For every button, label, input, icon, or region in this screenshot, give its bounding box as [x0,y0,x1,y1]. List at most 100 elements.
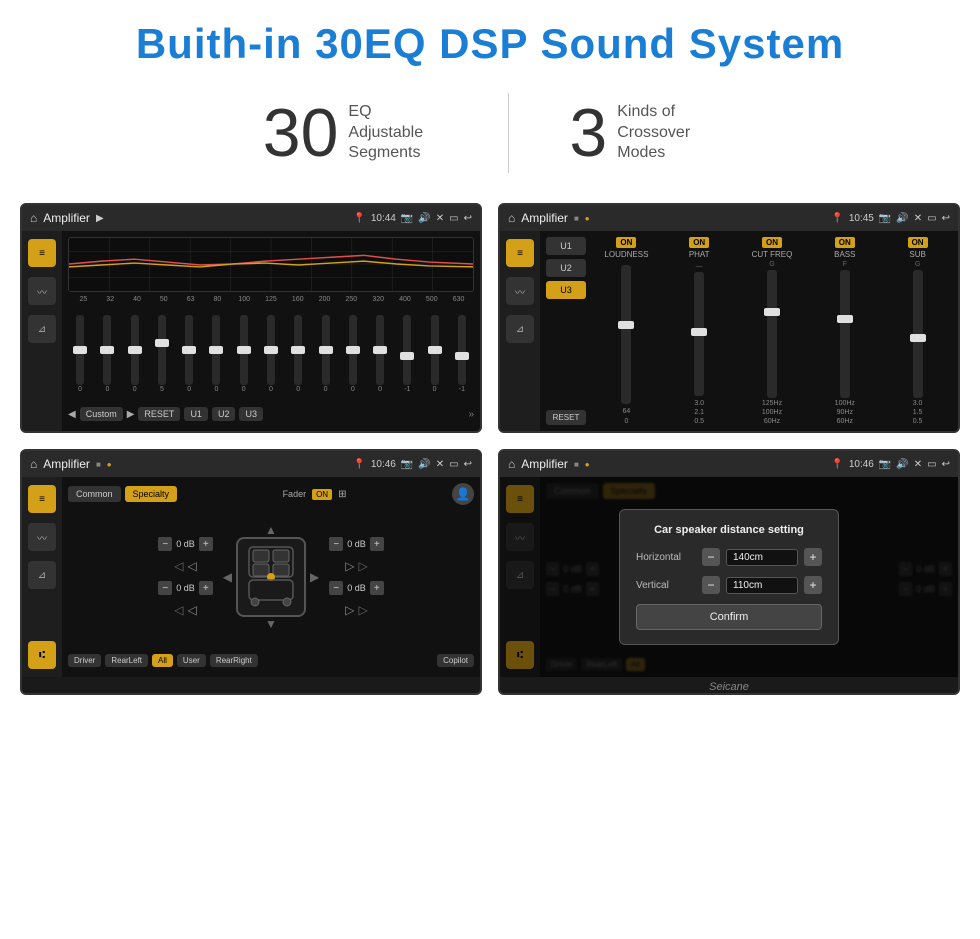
specialty-x-icon[interactable]: ✕ [436,459,444,470]
home-icon-3[interactable]: ⌂ [30,457,37,471]
fl-minus[interactable]: − [158,537,172,551]
eq-track-14[interactable] [458,315,466,385]
crossover-u1-btn[interactable]: U1 [546,237,586,255]
specialty-wave-btn[interactable]: 〰 [28,523,56,551]
crossover-reset-btn[interactable]: RESET [546,410,586,425]
specialty-eq-btn[interactable]: ≡ [28,485,56,513]
cutfreq-slider[interactable] [767,270,777,398]
sub-slider[interactable] [913,270,923,398]
eq-sidebar-wave-btn[interactable]: 〰 [28,277,56,305]
driver-btn[interactable]: Driver [68,654,101,667]
bass-slider[interactable] [840,270,850,398]
copilot-btn[interactable]: Copilot [437,654,474,667]
fr-minus[interactable]: − [329,537,343,551]
horizontal-value[interactable]: 140cm [726,549,798,566]
eq-vol-icon[interactable]: 🔊 [418,213,430,224]
crossover-u2-btn[interactable]: U2 [546,259,586,277]
dialog-x-icon[interactable]: ✕ [914,459,922,470]
specialty-vol-btn[interactable]: ⊿ [28,561,56,589]
fr-plus[interactable]: + [370,537,384,551]
car-down-arrow[interactable]: ▼ [265,617,277,631]
loudness-on[interactable]: ON [616,237,636,248]
crossover-wave-btn[interactable]: 〰 [506,277,534,305]
eq-reset-btn[interactable]: RESET [138,407,180,421]
fader-sliders-icon[interactable]: ⊞ [338,489,346,500]
car-left-arrow[interactable]: ◀ [223,570,232,584]
eq-back-icon[interactable]: ↩ [464,213,472,224]
cutfreq-on[interactable]: ON [762,237,782,248]
fl-plus[interactable]: + [199,537,213,551]
eq-track-11[interactable] [376,315,384,385]
eq-u1-btn[interactable]: U1 [184,407,208,421]
vertical-minus[interactable]: − [702,576,720,594]
eq-u3-btn[interactable]: U3 [239,407,263,421]
eq-prev-btn[interactable]: ◀ [68,409,76,420]
specialty-back-icon[interactable]: ↩ [464,459,472,470]
eq-win-icon[interactable]: ▭ [449,213,458,224]
eq-track-0[interactable] [76,315,84,385]
bass-on[interactable]: ON [835,237,855,248]
eq-track-5[interactable] [212,315,220,385]
fader-on-badge[interactable]: ON [312,489,332,500]
eq-track-10[interactable] [349,315,357,385]
dialog-vol-icon[interactable]: 🔊 [896,459,908,470]
crossover-u3-btn[interactable]: U3 [546,281,586,299]
loudness-slider[interactable] [621,265,631,404]
dialog-camera-icon[interactable]: 📷 [879,459,891,470]
eq-expand-icon[interactable]: » [468,409,474,420]
eq-track-7[interactable] [267,315,275,385]
eq-camera-icon[interactable]: 📷 [401,213,413,224]
eq-play-icon[interactable]: ▶ [96,213,104,224]
rearright-btn[interactable]: RearRight [210,654,258,667]
dialog-win-icon[interactable]: ▭ [927,459,936,470]
eq-x-icon[interactable]: ✕ [436,213,444,224]
crossover-back-icon[interactable]: ↩ [942,213,950,224]
vertical-value[interactable]: 110cm [726,577,798,594]
crossover-x-icon[interactable]: ✕ [914,213,922,224]
eq-track-1[interactable] [103,315,111,385]
all-btn[interactable]: All [152,654,173,667]
home-icon-4[interactable]: ⌂ [508,457,515,471]
vertical-plus[interactable]: + [804,576,822,594]
rearleft-btn[interactable]: RearLeft [105,654,148,667]
eq-sidebar-eq-btn[interactable]: ≡ [28,239,56,267]
user-btn[interactable]: User [177,654,206,667]
rl-minus[interactable]: − [158,581,172,595]
confirm-button[interactable]: Confirm [636,604,822,630]
eq-track-3[interactable] [158,315,166,385]
home-icon-2[interactable]: ⌂ [508,211,515,225]
phat-on[interactable]: ON [689,237,709,248]
crossover-camera-icon[interactable]: 📷 [879,213,891,224]
eq-track-9[interactable] [322,315,330,385]
phat-slider[interactable] [694,272,704,396]
eq-track-2[interactable] [131,315,139,385]
specialty-vol-icon[interactable]: 🔊 [418,459,430,470]
eq-next-btn[interactable]: ▶ [127,409,135,420]
eq-track-13[interactable] [431,315,439,385]
car-up-arrow[interactable]: ▲ [265,523,277,537]
specialty-camera-icon[interactable]: 📷 [401,459,413,470]
crossover-eq-btn[interactable]: ≡ [506,239,534,267]
crossover-vol-btn[interactable]: ⊿ [506,315,534,343]
specialty-win-icon[interactable]: ▭ [449,459,458,470]
crossover-vol-icon[interactable]: 🔊 [896,213,908,224]
sub-on[interactable]: ON [908,237,928,248]
eq-track-12[interactable] [403,315,411,385]
common-tab[interactable]: Common [68,486,121,502]
eq-track-8[interactable] [294,315,302,385]
rr-plus[interactable]: + [370,581,384,595]
rl-plus[interactable]: + [199,581,213,595]
crossover-win-icon[interactable]: ▭ [927,213,936,224]
dialog-back-icon[interactable]: ↩ [942,459,950,470]
home-icon[interactable]: ⌂ [30,211,37,225]
eq-custom-btn[interactable]: Custom [80,407,123,421]
eq-track-4[interactable] [185,315,193,385]
eq-sidebar-vol-btn[interactable]: ⊿ [28,315,56,343]
specialty-bt-btn[interactable]: ⑆ [28,641,56,669]
eq-track-6[interactable] [240,315,248,385]
eq-u2-btn[interactable]: U2 [212,407,236,421]
horizontal-minus[interactable]: − [702,548,720,566]
horizontal-plus[interactable]: + [804,548,822,566]
car-right-arrow[interactable]: ▶ [310,570,319,584]
rr-minus[interactable]: − [329,581,343,595]
